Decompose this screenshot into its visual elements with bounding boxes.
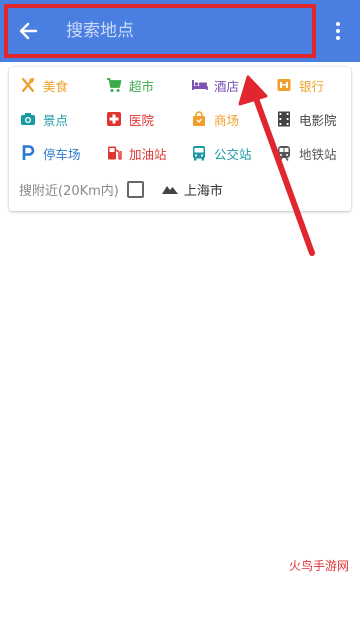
category-label: 美食 bbox=[43, 78, 69, 94]
parking-icon bbox=[19, 144, 37, 162]
category-label: 商场 bbox=[214, 112, 240, 128]
category-hospital[interactable]: 医院 bbox=[105, 108, 154, 130]
category-cinema[interactable]: 电影院 bbox=[275, 108, 337, 130]
more-vert-icon-dot bbox=[336, 29, 340, 33]
more-vert-icon-dot bbox=[336, 36, 340, 40]
more-menu-button[interactable] bbox=[326, 16, 350, 46]
category-supermarket[interactable]: 超市 bbox=[105, 74, 154, 96]
category-label: 加油站 bbox=[129, 146, 167, 162]
category-label: 酒店 bbox=[214, 78, 240, 94]
mountain-icon bbox=[161, 186, 178, 194]
category-scenic[interactable]: 景点 bbox=[19, 108, 68, 130]
category-label: 景点 bbox=[43, 112, 69, 128]
bed-icon bbox=[190, 76, 208, 94]
gas-station-icon bbox=[105, 144, 123, 162]
category-parking[interactable]: 停车场 bbox=[19, 142, 81, 164]
category-food[interactable]: 美食 bbox=[19, 74, 68, 96]
category-mall[interactable]: 商场 bbox=[190, 108, 239, 130]
subway-icon bbox=[275, 144, 293, 162]
nearby-checkbox[interactable] bbox=[126, 180, 144, 198]
hospital-cross-icon bbox=[105, 110, 123, 128]
bus-icon bbox=[190, 144, 208, 162]
bank-icon bbox=[275, 76, 293, 94]
nearby-label: 搜附近(20Km内) bbox=[19, 183, 119, 199]
highlight-frame bbox=[4, 4, 316, 58]
city-selector[interactable]: 上海市 bbox=[161, 180, 223, 199]
camera-icon bbox=[19, 110, 37, 128]
category-label: 停车场 bbox=[43, 146, 81, 162]
category-label: 银行 bbox=[299, 78, 325, 94]
shopping-bag-icon bbox=[190, 110, 208, 128]
category-label: 超市 bbox=[129, 78, 155, 94]
watermark: 火鸟手游网 bbox=[289, 559, 350, 573]
more-vert-icon bbox=[336, 22, 340, 26]
nearby-row: 搜附近(20Km内) 上海市 bbox=[19, 178, 223, 200]
film-icon bbox=[275, 110, 293, 128]
category-gas-station[interactable]: 加油站 bbox=[105, 142, 167, 164]
category-label: 电影院 bbox=[299, 112, 337, 128]
fork-knife-icon bbox=[19, 76, 37, 94]
category-card: 美食 超市 酒店 银行 景点 医院 商场 电影院 停车场 加油站 公交站 地铁站… bbox=[9, 67, 351, 211]
category-hotel[interactable]: 酒店 bbox=[190, 74, 239, 96]
category-label: 公交站 bbox=[214, 146, 252, 162]
shopping-cart-icon bbox=[105, 76, 123, 94]
category-bus-stop[interactable]: 公交站 bbox=[190, 142, 252, 164]
category-label: 医院 bbox=[129, 112, 155, 128]
category-bank[interactable]: 银行 bbox=[275, 74, 324, 96]
category-label: 地铁站 bbox=[299, 146, 337, 162]
city-label: 上海市 bbox=[183, 183, 223, 199]
category-subway[interactable]: 地铁站 bbox=[275, 142, 337, 164]
